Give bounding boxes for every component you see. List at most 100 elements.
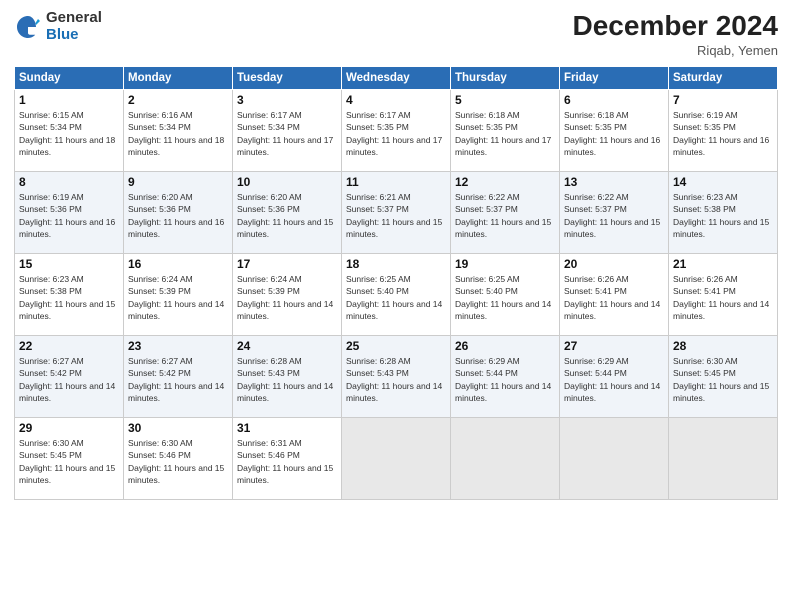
day-info: Sunrise: 6:31 AMSunset: 5:46 PMDaylight:… [237,438,333,485]
calendar-week-4: 22 Sunrise: 6:27 AMSunset: 5:42 PMDayligh… [15,336,778,418]
day-number: 25 [346,339,446,353]
col-monday: Monday [124,67,233,90]
table-row: 31 Sunrise: 6:31 AMSunset: 5:46 PMDayligh… [233,418,342,500]
day-number: 9 [128,175,228,189]
day-info: Sunrise: 6:19 AMSunset: 5:35 PMDaylight:… [673,110,769,157]
table-row: 21 Sunrise: 6:26 AMSunset: 5:41 PMDayligh… [669,254,778,336]
day-number: 28 [673,339,773,353]
calendar-week-1: 1 Sunrise: 6:15 AMSunset: 5:34 PMDaylight… [15,90,778,172]
table-row: 9 Sunrise: 6:20 AMSunset: 5:36 PMDaylight… [124,172,233,254]
day-info: Sunrise: 6:20 AMSunset: 5:36 PMDaylight:… [128,192,224,239]
page: General Blue December 2024 Riqab, Yemen … [0,0,792,612]
day-info: Sunrise: 6:16 AMSunset: 5:34 PMDaylight:… [128,110,224,157]
day-info: Sunrise: 6:17 AMSunset: 5:34 PMDaylight:… [237,110,333,157]
day-info: Sunrise: 6:22 AMSunset: 5:37 PMDaylight:… [455,192,551,239]
day-info: Sunrise: 6:17 AMSunset: 5:35 PMDaylight:… [346,110,442,157]
day-number: 20 [564,257,664,271]
table-row: 22 Sunrise: 6:27 AMSunset: 5:42 PMDayligh… [15,336,124,418]
table-row: 25 Sunrise: 6:28 AMSunset: 5:43 PMDayligh… [342,336,451,418]
day-number: 29 [19,421,119,435]
logo: General Blue [14,10,102,43]
table-row [342,418,451,500]
table-row: 2Sunrise: 6:16 AMSunset: 5:34 PMDaylight… [124,90,233,172]
table-row: 27Sunrise: 6:29 AMSunset: 5:44 PMDayligh… [560,336,669,418]
table-row: 15Sunrise: 6:23 AMSunset: 5:38 PMDayligh… [15,254,124,336]
day-number: 5 [455,93,555,107]
day-info: Sunrise: 6:22 AMSunset: 5:37 PMDaylight:… [564,192,660,239]
day-number: 18 [346,257,446,271]
day-number: 16 [128,257,228,271]
day-info: Sunrise: 6:29 AMSunset: 5:44 PMDaylight:… [455,356,551,403]
table-row: 4 Sunrise: 6:17 AMSunset: 5:35 PMDaylight… [342,90,451,172]
table-row: 1 Sunrise: 6:15 AMSunset: 5:34 PMDaylight… [15,90,124,172]
day-number: 7 [673,93,773,107]
calendar-week-2: 8 Sunrise: 6:19 AMSunset: 5:36 PMDaylight… [15,172,778,254]
day-number: 19 [455,257,555,271]
day-number: 1 [19,93,119,107]
calendar-header-row: Sunday Monday Tuesday Wednesday Thursday… [15,67,778,90]
table-row: 19 Sunrise: 6:25 AMSunset: 5:40 PMDayligh… [451,254,560,336]
day-number: 22 [19,339,119,353]
table-row: 13Sunrise: 6:22 AMSunset: 5:37 PMDayligh… [560,172,669,254]
col-saturday: Saturday [669,67,778,90]
title-block: December 2024 Riqab, Yemen [573,10,778,58]
day-number: 11 [346,175,446,189]
table-row: 8 Sunrise: 6:19 AMSunset: 5:36 PMDaylight… [15,172,124,254]
day-info: Sunrise: 6:23 AMSunset: 5:38 PMDaylight:… [19,274,115,321]
day-info: Sunrise: 6:19 AMSunset: 5:36 PMDaylight:… [19,192,115,239]
day-number: 24 [237,339,337,353]
table-row: 20 Sunrise: 6:26 AMSunset: 5:41 PMDayligh… [560,254,669,336]
day-info: Sunrise: 6:21 AMSunset: 5:37 PMDaylight:… [346,192,442,239]
title-location: Riqab, Yemen [573,43,778,58]
title-month: December 2024 [573,10,778,42]
calendar-week-3: 15Sunrise: 6:23 AMSunset: 5:38 PMDayligh… [15,254,778,336]
day-info: Sunrise: 6:18 AMSunset: 5:35 PMDaylight:… [564,110,660,157]
day-number: 31 [237,421,337,435]
day-number: 3 [237,93,337,107]
table-row: 29 Sunrise: 6:30 AMSunset: 5:45 PMDayligh… [15,418,124,500]
table-row: 3 Sunrise: 6:17 AMSunset: 5:34 PMDaylight… [233,90,342,172]
day-info: Sunrise: 6:26 AMSunset: 5:41 PMDaylight:… [673,274,769,321]
day-info: Sunrise: 6:24 AMSunset: 5:39 PMDaylight:… [128,274,224,321]
day-info: Sunrise: 6:18 AMSunset: 5:35 PMDaylight:… [455,110,551,157]
day-number: 30 [128,421,228,435]
day-number: 10 [237,175,337,189]
day-number: 26 [455,339,555,353]
table-row: 5 Sunrise: 6:18 AMSunset: 5:35 PMDaylight… [451,90,560,172]
day-info: Sunrise: 6:20 AMSunset: 5:36 PMDaylight:… [237,192,333,239]
table-row: 26 Sunrise: 6:29 AMSunset: 5:44 PMDayligh… [451,336,560,418]
day-info: Sunrise: 6:25 AMSunset: 5:40 PMDaylight:… [455,274,551,321]
day-info: Sunrise: 6:30 AMSunset: 5:46 PMDaylight:… [128,438,224,485]
day-number: 8 [19,175,119,189]
day-number: 21 [673,257,773,271]
table-row: 17 Sunrise: 6:24 AMSunset: 5:39 PMDayligh… [233,254,342,336]
logo-general: General [46,10,102,27]
table-row [669,418,778,500]
header: General Blue December 2024 Riqab, Yemen [14,10,778,58]
day-info: Sunrise: 6:30 AMSunset: 5:45 PMDaylight:… [19,438,115,485]
day-number: 12 [455,175,555,189]
day-info: Sunrise: 6:26 AMSunset: 5:41 PMDaylight:… [564,274,660,321]
col-tuesday: Tuesday [233,67,342,90]
day-info: Sunrise: 6:27 AMSunset: 5:42 PMDaylight:… [19,356,115,403]
day-info: Sunrise: 6:15 AMSunset: 5:34 PMDaylight:… [19,110,115,157]
table-row [451,418,560,500]
col-sunday: Sunday [15,67,124,90]
calendar: Sunday Monday Tuesday Wednesday Thursday… [14,66,778,500]
day-info: Sunrise: 6:28 AMSunset: 5:43 PMDaylight:… [346,356,442,403]
day-number: 17 [237,257,337,271]
day-info: Sunrise: 6:24 AMSunset: 5:39 PMDaylight:… [237,274,333,321]
day-number: 4 [346,93,446,107]
day-info: Sunrise: 6:27 AMSunset: 5:42 PMDaylight:… [128,356,224,403]
day-info: Sunrise: 6:23 AMSunset: 5:38 PMDaylight:… [673,192,769,239]
day-number: 14 [673,175,773,189]
table-row: 6 Sunrise: 6:18 AMSunset: 5:35 PMDaylight… [560,90,669,172]
table-row: 14 Sunrise: 6:23 AMSunset: 5:38 PMDayligh… [669,172,778,254]
table-row: 12 Sunrise: 6:22 AMSunset: 5:37 PMDayligh… [451,172,560,254]
day-info: Sunrise: 6:29 AMSunset: 5:44 PMDaylight:… [564,356,660,403]
table-row: 23Sunrise: 6:27 AMSunset: 5:42 PMDayligh… [124,336,233,418]
day-number: 6 [564,93,664,107]
table-row: 28Sunrise: 6:30 AMSunset: 5:45 PMDayligh… [669,336,778,418]
col-friday: Friday [560,67,669,90]
table-row: 18Sunrise: 6:25 AMSunset: 5:40 PMDayligh… [342,254,451,336]
